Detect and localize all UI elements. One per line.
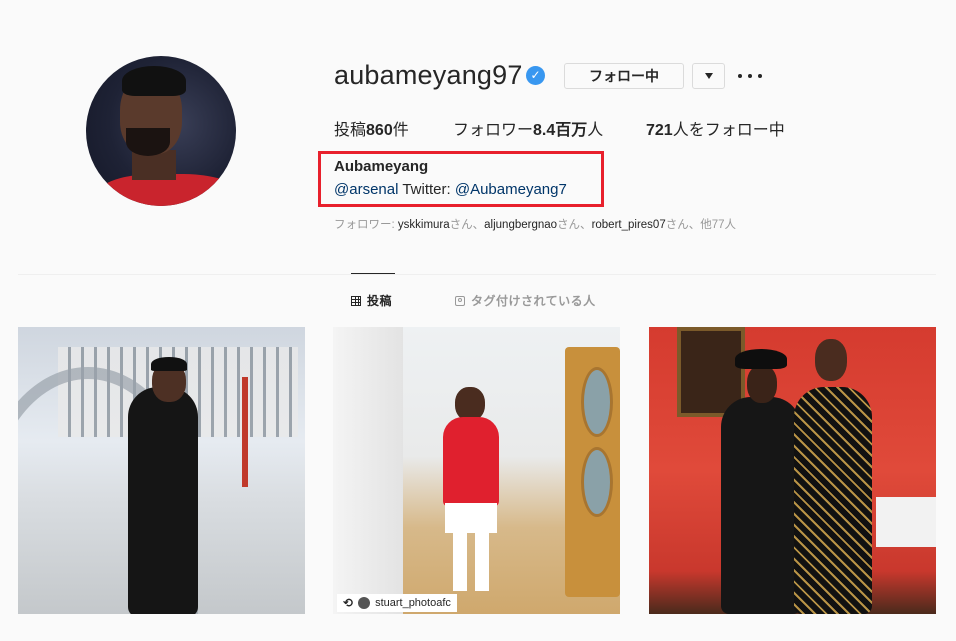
more-options-button[interactable]: [738, 68, 762, 84]
photo-player-head: [455, 387, 485, 421]
following-button[interactable]: フォロー中: [564, 63, 684, 89]
posts-value: 860: [366, 122, 393, 139]
photo-person: [128, 387, 198, 614]
following-count-link[interactable]: 721人をフォロー中: [646, 116, 785, 140]
photo-face-right: [815, 339, 847, 381]
credit-username: stuart_photoafc: [375, 597, 451, 609]
bio-links: @arsenal Twitter: @Aubameyang7: [334, 181, 567, 198]
photo-porthole: [581, 367, 613, 437]
photo-player-shirt: [443, 417, 499, 507]
repost-icon: ⟲: [343, 596, 354, 610]
credit-avatar: [358, 597, 371, 609]
post-thumbnail-2[interactable]: ⟲ stuart_photoafc: [333, 327, 620, 614]
following-label: 人をフォロー中: [672, 122, 785, 139]
repost-credit[interactable]: ⟲ stuart_photoafc: [337, 594, 457, 612]
dot-icon: [738, 74, 742, 78]
avatar-hair: [122, 66, 186, 96]
photo-hat: [735, 349, 787, 369]
photo-porthole: [581, 447, 613, 517]
arsenal-link[interactable]: @arsenal: [334, 181, 398, 198]
grid-icon: [351, 295, 361, 306]
post-thumbnail-1[interactable]: [18, 327, 305, 614]
tab-tagged-label: タグ付けされている人: [471, 294, 596, 308]
photo-cap: [151, 357, 187, 371]
photo-player-legs: [453, 531, 489, 591]
followed-by-line[interactable]: フォロワー: yskkimuraさん、aljungbergnaoさん、rober…: [334, 216, 736, 232]
tag-icon: [455, 295, 465, 306]
photo-man-left: [721, 397, 801, 614]
profile-username: aubameyang97: [334, 60, 523, 90]
tab-posts-label: 投稿: [367, 294, 393, 308]
tab-tagged[interactable]: タグ付けされている人: [455, 292, 596, 309]
profile-avatar[interactable]: [86, 56, 236, 206]
follower-user-1: yskkimura: [397, 219, 450, 231]
photo-wall: [333, 327, 403, 614]
separator: さん、: [449, 219, 485, 231]
following-value: 721: [646, 122, 673, 139]
followers-suffix: 人: [587, 122, 604, 139]
followed-by-suffix: さん、他77人: [665, 219, 737, 231]
avatar-beard: [126, 128, 170, 156]
dot-icon: [748, 74, 752, 78]
photo-man-right: [794, 387, 872, 614]
tabs-divider: [18, 274, 936, 275]
photo-player-shorts: [445, 503, 497, 533]
followers-value: 8.4百万: [533, 122, 588, 139]
twitter-label: Twitter:: [402, 181, 451, 198]
separator: さん、: [557, 219, 592, 231]
posts-label: 投稿: [334, 122, 367, 139]
suggestions-dropdown-button[interactable]: [692, 63, 725, 89]
bio-name: Aubameyang: [334, 158, 429, 175]
followers-count-link[interactable]: フォロワー8.4百万人: [453, 116, 603, 140]
twitter-handle-link[interactable]: @Aubameyang7: [455, 181, 567, 198]
verified-badge-icon: ✓: [526, 66, 545, 85]
posts-suffix: 件: [392, 122, 409, 139]
follower-user-3: robert_pires07: [591, 219, 666, 231]
followed-by-prefix: フォロワー:: [334, 219, 398, 231]
tab-posts[interactable]: 投稿: [351, 292, 392, 309]
active-tab-indicator: [351, 273, 395, 274]
follower-user-2: aljungbergnao: [484, 219, 558, 231]
posts-count: 投稿860件: [334, 116, 409, 140]
post-thumbnail-3[interactable]: [649, 327, 936, 614]
photo-face-left: [747, 365, 777, 403]
followers-label: フォロワー: [453, 122, 534, 139]
photo-ac-unit: [876, 497, 936, 547]
dot-icon: [758, 74, 762, 78]
caret-down-icon: [704, 73, 713, 79]
photo-pole: [242, 377, 248, 487]
